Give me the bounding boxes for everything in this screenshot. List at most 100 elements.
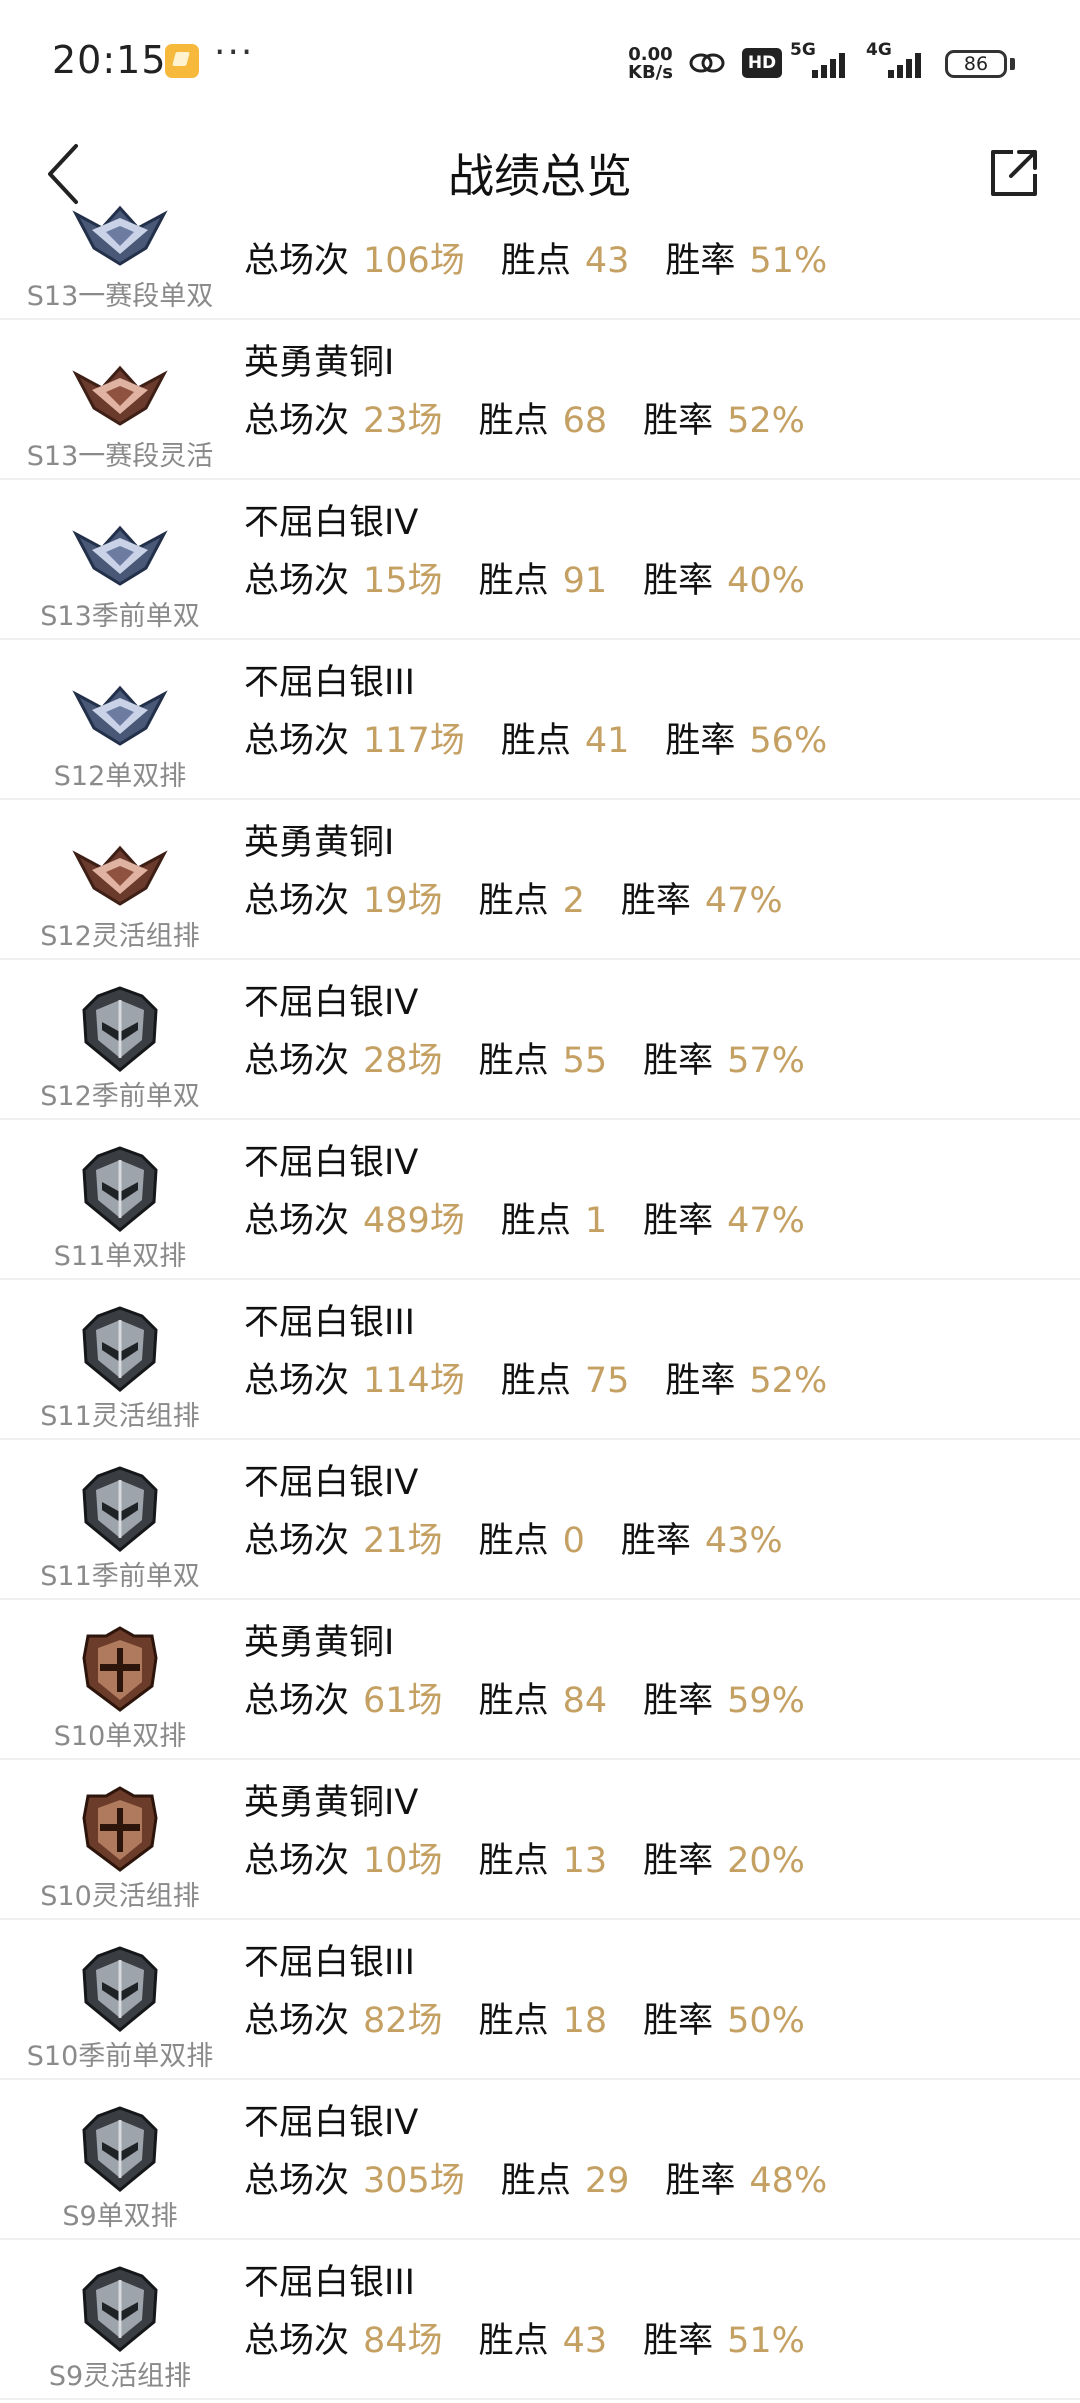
win-rate-value: 50% (727, 2001, 805, 2041)
total-games-value: 61场 (363, 1681, 443, 1721)
season-label: S9单双排 (62, 2201, 178, 2232)
league-points-value: 75 (584, 1361, 630, 1401)
bronze-helmet-rank-emblem-icon (72, 1784, 168, 1874)
season-stats: 总场次 23场 胜点 68 胜率 52% (244, 392, 841, 443)
league-points-value: 43 (584, 241, 630, 281)
season-label: S13一赛段单双 (26, 281, 214, 312)
total-games-label: 总场次 (244, 2001, 350, 2041)
league-points-value: 84 (562, 1681, 608, 1721)
total-games-label: 总场次 (244, 1041, 350, 1081)
league-points-value: 43 (562, 2321, 608, 2361)
season-record-row[interactable]: S11灵活组排 不屈白银III 总场次 114场 胜点 75 胜率 52% (0, 1280, 1080, 1440)
win-rate-label: 胜率 (643, 1841, 714, 1881)
win-rate-label: 胜率 (643, 1041, 714, 1081)
league-points-value: 13 (562, 1841, 608, 1881)
total-games-label: 总场次 (244, 881, 350, 921)
total-games-value: 10场 (363, 1841, 443, 1881)
season-label: S12灵活组排 (40, 921, 200, 952)
season-record-row[interactable]: S10季前单双排 不屈白银III 总场次 82场 胜点 18 胜率 50% (0, 1920, 1080, 2080)
rank-title: 英勇黄铜I (244, 343, 395, 383)
silver-helmet-rank-emblem-icon (72, 984, 168, 1074)
silver-helmet-rank-emblem-icon (72, 1944, 168, 2034)
notes-app-icon (165, 44, 199, 78)
total-games-label: 总场次 (244, 1841, 350, 1881)
season-record-row[interactable]: S12灵活组排 英勇黄铜I 总场次 19场 胜点 2 胜率 47% (0, 800, 1080, 960)
season-stats: 总场次 21场 胜点 0 胜率 43% (244, 1512, 819, 1563)
season-stats: 总场次 106场 胜点 43 胜率 51% (244, 232, 863, 283)
total-games-label: 总场次 (244, 2161, 350, 2201)
season-label: S10灵活组排 (40, 1881, 200, 1912)
league-points-value: 91 (562, 561, 608, 601)
season-record-row[interactable]: S12季前单双 不屈白银IV 总场次 28场 胜点 55 胜率 57% (0, 960, 1080, 1120)
silver-helmet-rank-emblem-icon (72, 2264, 168, 2354)
status-bar: 20:15 ··· 0.00 KB/s HD 5G 4G 86 (0, 0, 1080, 130)
season-stats: 总场次 15场 胜点 91 胜率 40% (244, 552, 841, 603)
season-record-row[interactable]: S11单双排 不屈白银IV 总场次 489场 胜点 1 胜率 47% (0, 1120, 1080, 1280)
total-games-value: 117场 (363, 721, 465, 761)
win-rate-value: 48% (749, 2161, 828, 2201)
league-points-label: 胜点 (500, 721, 571, 761)
season-record-row[interactable]: S13一赛段单双 总场次 106场 胜点 43 胜率 51% (0, 160, 1080, 320)
season-record-row[interactable]: S13一赛段灵活 英勇黄铜I 总场次 23场 胜点 68 胜率 52% (0, 320, 1080, 480)
season-record-row[interactable]: S9灵活组排 不屈白银III 总场次 84场 胜点 43 胜率 51% (0, 2240, 1080, 2400)
season-label: S10单双排 (53, 1721, 187, 1752)
hd-voice-badge: HD (742, 48, 782, 78)
league-points-value: 1 (584, 1201, 608, 1241)
total-games-value: 305场 (363, 2161, 465, 2201)
win-rate-value: 57% (727, 1041, 805, 1081)
rank-title: 不屈白银III (244, 1303, 415, 1343)
win-rate-label: 胜率 (643, 1201, 714, 1241)
silver-wings-rank-emblem-icon (72, 184, 168, 274)
silver-helmet-rank-emblem-icon (72, 1464, 168, 1554)
total-games-value: 84场 (363, 2321, 443, 2361)
league-points-label: 胜点 (478, 561, 549, 601)
more-notifications-icon: ··· (214, 32, 255, 73)
win-rate-label: 胜率 (665, 721, 736, 761)
total-games-label: 总场次 (244, 1201, 350, 1241)
season-stats: 总场次 114场 胜点 75 胜率 52% (244, 1352, 863, 1403)
total-games-label: 总场次 (244, 2321, 350, 2361)
league-points-label: 胜点 (500, 1361, 571, 1401)
win-rate-label: 胜率 (665, 2161, 736, 2201)
season-record-row[interactable]: S10单双排 英勇黄铜I 总场次 61场 胜点 84 胜率 59% (0, 1600, 1080, 1760)
season-record-row[interactable]: S11季前单双 不屈白银IV 总场次 21场 胜点 0 胜率 43% (0, 1440, 1080, 1600)
league-points-label: 胜点 (478, 1521, 549, 1561)
silver-helmet-rank-emblem-icon (72, 1304, 168, 1394)
season-stats: 总场次 82场 胜点 18 胜率 50% (244, 1992, 841, 2043)
bronze-helmet-rank-emblem-icon (72, 1624, 168, 1714)
win-rate-label: 胜率 (643, 401, 714, 441)
win-rate-value: 40% (727, 561, 805, 601)
total-games-value: 28场 (363, 1041, 443, 1081)
rank-title: 不屈白银IV (244, 503, 419, 543)
league-points-label: 胜点 (478, 2321, 549, 2361)
total-games-label: 总场次 (244, 561, 350, 601)
total-games-label: 总场次 (244, 1521, 350, 1561)
clock: 20:15 (52, 38, 167, 82)
network-speed: 0.00 KB/s (628, 44, 673, 83)
total-games-value: 21场 (363, 1521, 443, 1561)
silver-helmet-rank-emblem-icon (72, 1144, 168, 1234)
season-record-row[interactable]: S9单双排 不屈白银IV 总场次 305场 胜点 29 胜率 48% (0, 2080, 1080, 2240)
total-games-label: 总场次 (244, 401, 350, 441)
win-rate-value: 52% (749, 1361, 828, 1401)
rank-title: 不屈白银IV (244, 1463, 419, 1503)
season-label: S13一赛段灵活 (26, 441, 214, 472)
win-rate-label: 胜率 (620, 1521, 691, 1561)
win-rate-value: 52% (727, 401, 805, 441)
league-points-label: 胜点 (478, 1681, 549, 1721)
league-points-label: 胜点 (500, 241, 571, 281)
rank-title: 英勇黄铜I (244, 823, 395, 863)
rank-title: 不屈白银III (244, 2263, 415, 2303)
bronze-wings-rank-emblem-icon (72, 344, 168, 434)
season-record-row[interactable]: S10灵活组排 英勇黄铜IV 总场次 10场 胜点 13 胜率 20% (0, 1760, 1080, 1920)
signal-icon-2 (888, 53, 921, 78)
rank-title: 不屈白银IV (244, 2103, 419, 2143)
league-points-value: 68 (562, 401, 608, 441)
total-games-label: 总场次 (244, 1681, 350, 1721)
season-record-row[interactable]: S13季前单双 不屈白银IV 总场次 15场 胜点 91 胜率 40% (0, 480, 1080, 640)
season-record-row[interactable]: S12单双排 不屈白银III 总场次 117场 胜点 41 胜率 56% (0, 640, 1080, 800)
season-label: S10季前单双排 (26, 2041, 214, 2072)
season-stats: 总场次 19场 胜点 2 胜率 47% (244, 872, 819, 923)
total-games-value: 489场 (363, 1201, 465, 1241)
league-points-value: 41 (584, 721, 630, 761)
